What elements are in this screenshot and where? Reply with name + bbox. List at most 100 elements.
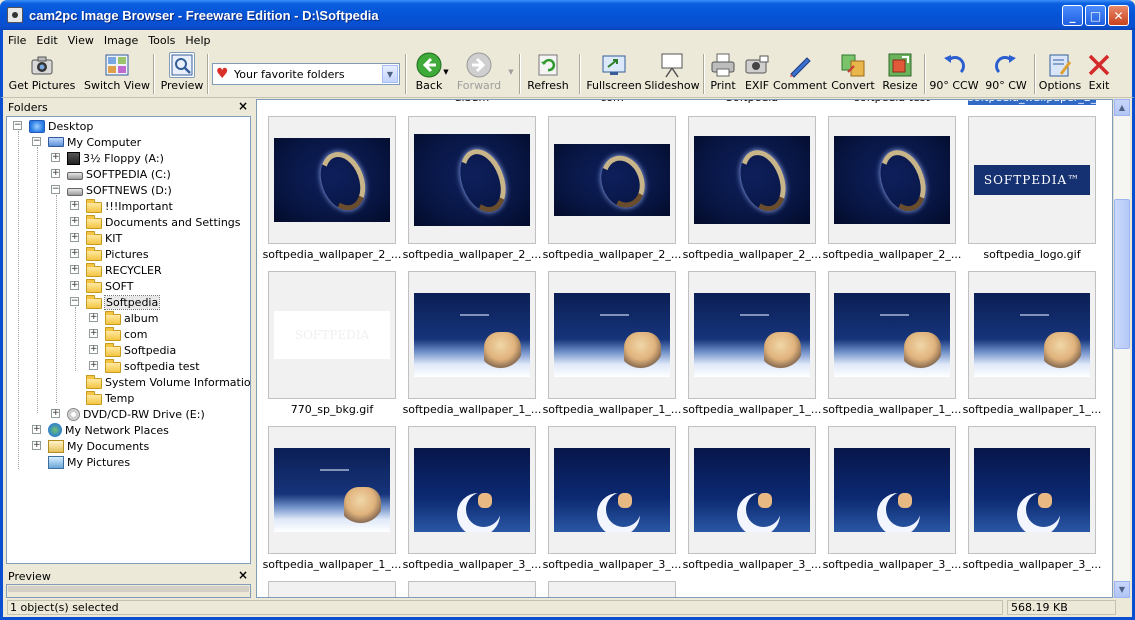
thumbnail[interactable] [408,271,536,399]
thumbnail-caption[interactable]: 770_sp_bkg.gif [262,403,402,416]
thumbnail-caption[interactable]: softpedia_wallpaper_3_... [962,558,1102,571]
expand-toggle[interactable]: + [32,441,41,450]
close-button[interactable]: ✕ [1108,5,1129,26]
convert-button[interactable]: Convert [829,52,877,96]
preview-toggle-button[interactable]: Preview [159,52,205,96]
tree-item-dvd-drive[interactable]: + DVD/CD-RW Drive (E:) [51,406,205,422]
expand-toggle[interactable]: + [51,153,60,162]
tree-item-folder[interactable]: Temp [86,390,134,406]
expand-toggle[interactable]: + [51,409,60,418]
thumbnail[interactable] [548,426,676,554]
thumbnail-caption[interactable]: softpedia_logo.gif [962,248,1102,261]
thumbnail[interactable] [968,271,1096,399]
thumbnail[interactable] [828,271,956,399]
thumbnail-caption[interactable]: softpedia_wallpaper_2_... [968,100,1096,105]
thumbnail-caption[interactable]: softpedia_wallpaper_3_... [542,558,682,571]
tree-item-network[interactable]: + My Network Places [32,422,169,438]
favorite-folders-dropdown[interactable]: ♥ Your favorite folders ▼ [212,63,400,85]
thumbnail-caption[interactable] [268,100,396,105]
refresh-button[interactable]: Refresh [525,52,571,96]
thumbnail[interactable] [268,426,396,554]
expand-toggle[interactable]: + [70,233,79,242]
tree-item-folder[interactable]: + RECYCLER [70,262,162,278]
tree-item-folder[interactable]: + !!!Important [70,198,173,214]
thumbnail[interactable] [408,116,536,244]
tree-item-floppy[interactable]: + 3½ Floppy (A:) [51,150,164,166]
tree-item-my-computer[interactable]: − My Computer [32,134,141,150]
expand-toggle[interactable]: + [70,265,79,274]
menu-view[interactable]: View [63,34,99,47]
thumbnail[interactable] [548,271,676,399]
thumbnail-caption[interactable]: Softpedia [688,100,816,105]
thumbnail-caption[interactable]: softpedia_wallpaper_2_... [262,248,402,261]
thumbnail[interactable] [408,581,536,597]
collapse-toggle[interactable]: − [32,137,41,146]
tree-item-folder[interactable]: + Documents and Settings [70,214,241,230]
expand-toggle[interactable]: + [89,361,98,370]
menu-help[interactable]: Help [180,34,215,47]
tree-item-my-pictures[interactable]: My Pictures [48,454,130,470]
scroll-down-arrow-icon[interactable]: ▼ [1114,581,1130,598]
tree-item-softpedia-selected[interactable]: − Softpedia [70,294,161,310]
thumbnail-caption[interactable]: softpedia_wallpaper_1_... [542,403,682,416]
expand-toggle[interactable]: + [51,169,60,178]
get-pictures-button[interactable]: Get Pictures [9,52,75,96]
folders-pane-close-button[interactable]: × [238,99,248,113]
tree-item-folder[interactable]: System Volume Information [86,374,250,390]
thumbnail-caption[interactable]: softpedia_wallpaper_2_... [822,248,962,261]
thumbnail[interactable]: SOFTPEDIA [268,271,396,399]
thumbnail-caption[interactable]: softpedia_wallpaper_2_... [402,248,542,261]
expand-toggle[interactable]: + [32,425,41,434]
folder-tree[interactable]: − Desktop − My Computer + 3½ Floppy (A:)… [6,116,251,564]
thumbnail-caption[interactable]: softpedia_wallpaper_1_... [682,403,822,416]
back-history-arrow-icon[interactable]: ▼ [441,68,451,78]
rotate-cw-button[interactable]: 90° CW [983,52,1029,96]
thumbnail[interactable] [688,426,816,554]
rotate-ccw-button[interactable]: 90° CCW [929,52,979,96]
menu-edit[interactable]: Edit [31,34,62,47]
thumbnail[interactable] [828,426,956,554]
thumbnail-caption[interactable]: com [548,100,676,105]
thumbnail[interactable] [268,116,396,244]
minimize-button[interactable]: _ [1062,5,1083,26]
resize-button[interactable]: Resize [881,52,919,96]
thumbnail-caption[interactable]: softpedia test [828,100,956,105]
print-button[interactable]: Print [707,52,739,96]
thumbnail[interactable]: SOFTPEDIA™ [968,116,1096,244]
thumbnail-caption[interactable]: softpedia_wallpaper_3_... [682,558,822,571]
forward-history-arrow-icon[interactable]: ▼ [506,68,516,78]
collapse-toggle[interactable]: − [70,297,79,306]
thumbnail[interactable] [548,116,676,244]
tree-item-my-documents[interactable]: + My Documents [32,438,149,454]
expand-toggle[interactable]: + [70,249,79,258]
dropdown-arrow-icon[interactable]: ▼ [382,65,398,83]
switch-view-button[interactable]: Switch View [84,52,150,96]
thumbnail-caption[interactable]: softpedia_wallpaper_3_... [822,558,962,571]
vertical-scrollbar[interactable]: ▲ ▼ [1113,99,1130,598]
thumbnail[interactable] [548,581,676,597]
thumbnail[interactable] [688,271,816,399]
scroll-up-arrow-icon[interactable]: ▲ [1114,99,1130,116]
thumbnail[interactable] [408,426,536,554]
tree-item-folder[interactable]: + KIT [70,230,122,246]
thumbnail-caption[interactable]: softpedia_wallpaper_1_... [262,558,402,571]
maximize-button[interactable]: □ [1085,5,1106,26]
thumbnail-caption[interactable]: softpedia_wallpaper_2_... [542,248,682,261]
tree-item-folder[interactable]: + album [89,310,158,326]
thumbnail[interactable] [828,116,956,244]
tree-item-drive-c[interactable]: + SOFTPEDIA (C:) [51,166,171,182]
thumbnail-grid[interactable]: album com Softpedia softpedia test softpedia… [256,99,1113,598]
thumbnail-caption[interactable]: softpedia_wallpaper_1_... [962,403,1102,416]
expand-toggle[interactable]: + [70,201,79,210]
tree-item-folder[interactable]: + Softpedia [89,342,176,358]
forward-button[interactable]: Forward [455,52,503,96]
expand-toggle[interactable]: + [89,329,98,338]
slideshow-button[interactable]: Slideshow [644,52,700,96]
scrollbar-thumb[interactable] [1114,199,1130,349]
menu-image[interactable]: Image [99,34,143,47]
expand-toggle[interactable]: + [89,313,98,322]
options-button[interactable]: Options [1039,52,1081,96]
thumbnail-caption[interactable]: softpedia_wallpaper_2_... [682,248,822,261]
collapse-toggle[interactable]: − [13,121,22,130]
thumbnail-caption[interactable]: softpedia_wallpaper_3_... [402,558,542,571]
